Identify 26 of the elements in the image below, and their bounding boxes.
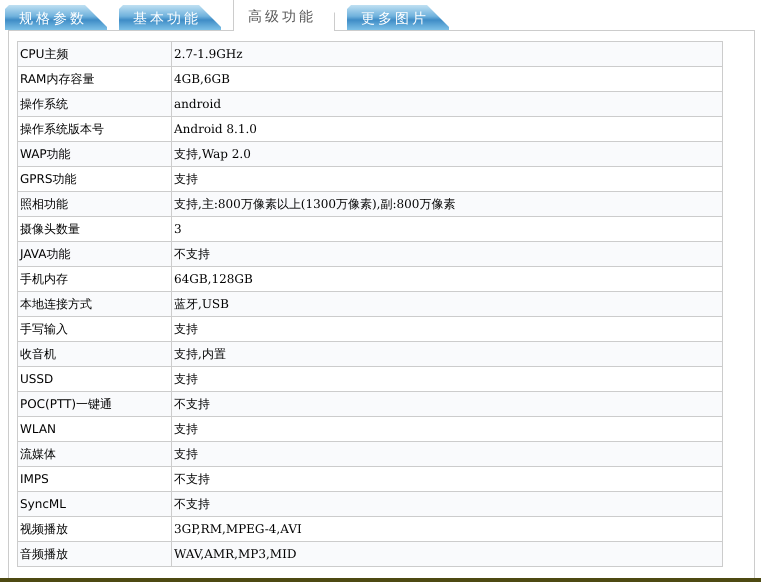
spec-label: SyncML bbox=[18, 492, 172, 516]
spec-value: 支持,Wap 2.0 bbox=[172, 142, 722, 166]
spec-label: JAVA功能 bbox=[18, 242, 172, 266]
spec-label: 操作系统 bbox=[18, 92, 172, 116]
tab[interactable]: 高级功能 bbox=[233, 0, 335, 31]
spec-label: 收音机 bbox=[18, 342, 172, 366]
tab[interactable]: 更多图片 bbox=[347, 5, 449, 30]
tab[interactable]: 规格参数 bbox=[5, 5, 107, 30]
spec-value: 不支持 bbox=[172, 392, 722, 416]
spec-value: 支持,内置 bbox=[172, 342, 722, 366]
spec-label: 流媒体 bbox=[18, 442, 172, 466]
spec-label: 本地连接方式 bbox=[18, 292, 172, 316]
spec-label: CPU主频 bbox=[18, 42, 172, 66]
spec-value: 支持 bbox=[172, 442, 722, 466]
spec-value: android bbox=[172, 92, 722, 116]
spec-value: 支持,主:800万像素以上(1300万像素),副:800万像素 bbox=[172, 192, 722, 216]
spec-value: 蓝牙,USB bbox=[172, 292, 722, 316]
spec-label: 音频播放 bbox=[18, 542, 172, 566]
spec-label: POC(PTT)一键通 bbox=[18, 392, 172, 416]
spec-value: 不支持 bbox=[172, 242, 722, 266]
spec-value: 2.7-1.9GHz bbox=[172, 42, 722, 66]
spec-label: 照相功能 bbox=[18, 192, 172, 216]
tab[interactable]: 基本功能 bbox=[119, 5, 221, 30]
spec-value: 不支持 bbox=[172, 492, 722, 516]
spec-value: WAV,AMR,MP3,MID bbox=[172, 542, 722, 566]
spec-label: WAP功能 bbox=[18, 142, 172, 166]
